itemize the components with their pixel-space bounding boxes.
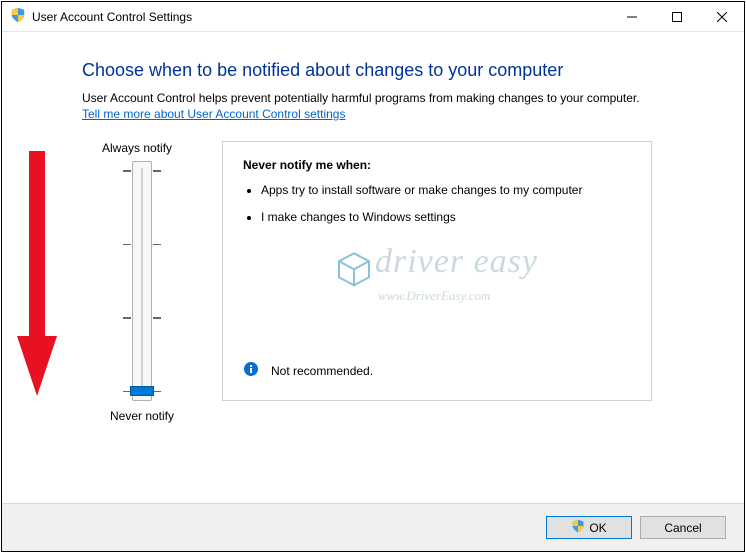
minimize-button[interactable] xyxy=(609,2,654,31)
notification-description-panel: Never notify me when: Apps try to instal… xyxy=(222,141,652,401)
notification-slider[interactable] xyxy=(132,161,152,401)
uac-shield-icon xyxy=(571,519,585,536)
slider-label-top: Always notify xyxy=(102,141,172,155)
notify-box-title: Never notify me when: xyxy=(243,158,631,172)
recommendation-text: Not recommended. xyxy=(271,364,373,378)
maximize-button[interactable] xyxy=(654,2,699,31)
notify-item: I make changes to Windows settings xyxy=(261,209,631,226)
notify-item: Apps try to install software or make cha… xyxy=(261,182,631,199)
annotation-arrow-icon xyxy=(12,146,62,409)
page-description: User Account Control helps prevent poten… xyxy=(82,91,684,105)
dialog-button-bar: OK Cancel xyxy=(2,503,744,551)
titlebar: User Account Control Settings xyxy=(2,2,744,32)
cancel-button[interactable]: Cancel xyxy=(640,516,726,539)
page-heading: Choose when to be notified about changes… xyxy=(82,60,684,81)
slider-tick xyxy=(133,244,151,245)
slider-tick xyxy=(133,317,151,318)
window-title: User Account Control Settings xyxy=(32,10,192,24)
ok-button[interactable]: OK xyxy=(546,516,632,539)
close-button[interactable] xyxy=(699,2,744,31)
slider-label-bottom: Never notify xyxy=(110,409,174,423)
info-icon xyxy=(243,361,259,380)
learn-more-link[interactable]: Tell me more about User Account Control … xyxy=(82,107,345,121)
slider-tick xyxy=(133,170,151,171)
uac-shield-icon xyxy=(10,7,26,26)
watermark: driver easy www.DriverEasy.com xyxy=(336,245,538,302)
slider-thumb[interactable] xyxy=(130,386,154,396)
